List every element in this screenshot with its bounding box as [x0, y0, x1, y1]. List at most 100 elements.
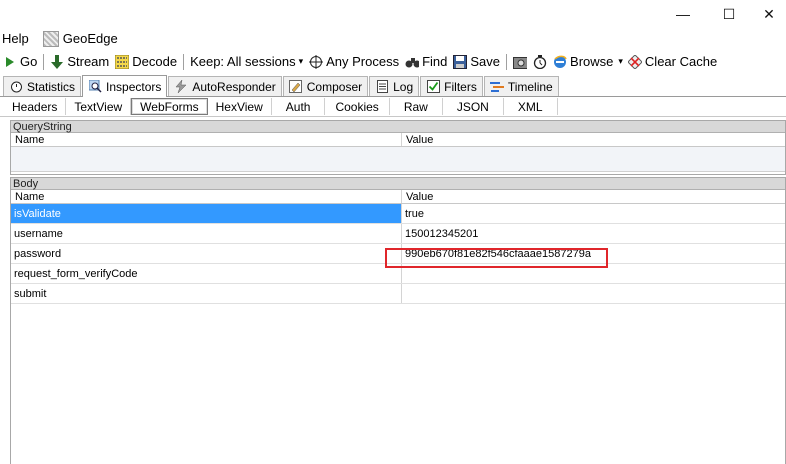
tab-autoresponder[interactable]: AutoResponder: [168, 76, 282, 96]
timeline-icon: [489, 80, 504, 94]
table-row[interactable]: isValidate true: [11, 204, 785, 224]
timer-button[interactable]: [530, 50, 550, 73]
inspector-tab-strip: Headers TextView WebForms HexView Auth C…: [0, 97, 786, 117]
menu-help[interactable]: Help: [0, 28, 33, 49]
minimize-icon: —: [676, 6, 690, 22]
save-button[interactable]: Save: [450, 50, 503, 73]
tab-xml-label: XML: [517, 99, 543, 114]
close-icon: ✕: [763, 5, 775, 22]
tab-cookies-label: Cookies: [335, 99, 379, 114]
maximize-icon: ☐: [722, 5, 736, 22]
find-label: Find: [422, 54, 448, 69]
find-button[interactable]: Find: [402, 50, 450, 73]
body-value-header[interactable]: Value: [402, 190, 433, 203]
toolbar-divider: [183, 53, 185, 70]
form-field-name[interactable]: request_form_verifyCode: [11, 264, 402, 283]
clear-cache-button[interactable]: Clear Cache: [625, 50, 720, 73]
querystring-grid[interactable]: [11, 147, 785, 172]
tab-cookies[interactable]: Cookies: [325, 98, 390, 115]
tab-xml[interactable]: XML: [504, 98, 558, 115]
stream-arrow-icon: [50, 54, 64, 69]
go-button[interactable]: Go: [0, 50, 40, 73]
binoculars-icon: [405, 55, 420, 69]
tab-json-label: JSON: [456, 99, 489, 114]
stopwatch-icon: [9, 80, 23, 94]
tab-auth-label: Auth: [285, 99, 311, 114]
any-process-label: Any Process: [326, 54, 400, 69]
magnifier-icon: [88, 80, 102, 94]
decode-button[interactable]: Decode: [112, 50, 180, 73]
table-row[interactable]: username 150012345201: [11, 224, 785, 244]
pencil-icon: [289, 80, 303, 94]
tab-headers-label: Headers: [12, 99, 58, 114]
dropdown-arrow-icon: ▾: [618, 56, 623, 66]
tab-textview-label: TextView: [74, 99, 123, 114]
table-row[interactable]: submit: [11, 284, 785, 304]
go-label: Go: [20, 54, 38, 69]
camera-icon: [513, 55, 528, 69]
tab-filters-label: Filters: [444, 79, 477, 94]
play-icon: [3, 55, 17, 69]
body-title: Body: [11, 178, 785, 190]
menu-bar: Help GeoEdge: [0, 28, 786, 49]
tab-webforms[interactable]: WebForms: [131, 98, 208, 115]
password-highlight-box: [385, 248, 608, 268]
tab-hexview[interactable]: HexView: [208, 98, 272, 115]
tab-log[interactable]: Log: [369, 76, 420, 96]
form-field-name[interactable]: submit: [11, 284, 402, 303]
decode-icon: [115, 54, 130, 69]
form-field-value[interactable]: [402, 284, 785, 303]
checkbox-icon: [426, 80, 440, 94]
tab-statistics[interactable]: Statistics: [3, 76, 82, 96]
document-icon: [375, 80, 389, 94]
decode-label: Decode: [132, 54, 178, 69]
maximize-button[interactable]: ☐: [706, 0, 752, 28]
tab-timeline[interactable]: Timeline: [483, 76, 559, 96]
screenshot-button[interactable]: [510, 50, 530, 73]
keep-sessions-dropdown[interactable]: Keep: All sessions ▾: [187, 50, 306, 73]
menu-geoedge-label: GeoEdge: [62, 31, 118, 46]
body-name-header[interactable]: Name: [11, 190, 402, 203]
tab-json[interactable]: JSON: [443, 98, 504, 115]
menu-help-label: Help: [2, 31, 29, 46]
ie-browser-icon: [553, 55, 567, 69]
save-icon: [453, 54, 468, 69]
browse-button[interactable]: Browse: [550, 50, 616, 73]
tab-hexview-label: HexView: [215, 99, 263, 114]
tab-filters[interactable]: Filters: [420, 76, 483, 96]
browse-label: Browse: [570, 54, 614, 69]
querystring-value-header[interactable]: Value: [402, 133, 433, 146]
minimize-button[interactable]: —: [660, 0, 706, 28]
tab-inspectors-label: Inspectors: [106, 79, 162, 94]
form-field-name[interactable]: isValidate: [11, 204, 402, 223]
dropdown-arrow-icon: ▾: [298, 56, 304, 66]
any-process-button[interactable]: Any Process: [306, 50, 402, 73]
main-tab-strip: Statistics Inspectors AutoResponder Comp…: [0, 75, 786, 97]
querystring-name-header[interactable]: Name: [11, 133, 402, 146]
tab-raw[interactable]: Raw: [390, 98, 443, 115]
tab-textview[interactable]: TextView: [66, 98, 132, 115]
form-field-name[interactable]: password: [11, 244, 402, 263]
lightning-icon: [174, 80, 188, 94]
tab-auth[interactable]: Auth: [272, 98, 326, 115]
tab-headers[interactable]: Headers: [4, 98, 67, 115]
form-field-value[interactable]: 150012345201: [402, 224, 785, 243]
form-field-name[interactable]: username: [11, 224, 402, 243]
tab-inspectors[interactable]: Inspectors: [82, 75, 168, 97]
close-button[interactable]: ✕: [752, 0, 786, 28]
title-bar: — ☐ ✕: [0, 0, 786, 28]
tab-autoresponder-label: AutoResponder: [192, 79, 276, 94]
save-label: Save: [470, 54, 501, 69]
toolbar: Go Stream Decode Keep: All sessions ▾ An…: [0, 49, 786, 74]
querystring-title: QueryString: [11, 121, 785, 133]
tab-webforms-label: WebForms: [140, 99, 199, 114]
form-field-value[interactable]: true: [402, 204, 785, 223]
keep-sessions-label: Keep: All sessions: [190, 54, 296, 69]
clear-cache-icon: [627, 54, 642, 69]
stream-button[interactable]: Stream: [47, 50, 112, 73]
toolbar-divider: [506, 53, 508, 70]
browse-dropdown[interactable]: ▾: [616, 50, 625, 73]
tab-composer[interactable]: Composer: [282, 76, 369, 96]
menu-geoedge[interactable]: GeoEdge: [41, 28, 122, 49]
tab-composer-label: Composer: [306, 79, 363, 94]
